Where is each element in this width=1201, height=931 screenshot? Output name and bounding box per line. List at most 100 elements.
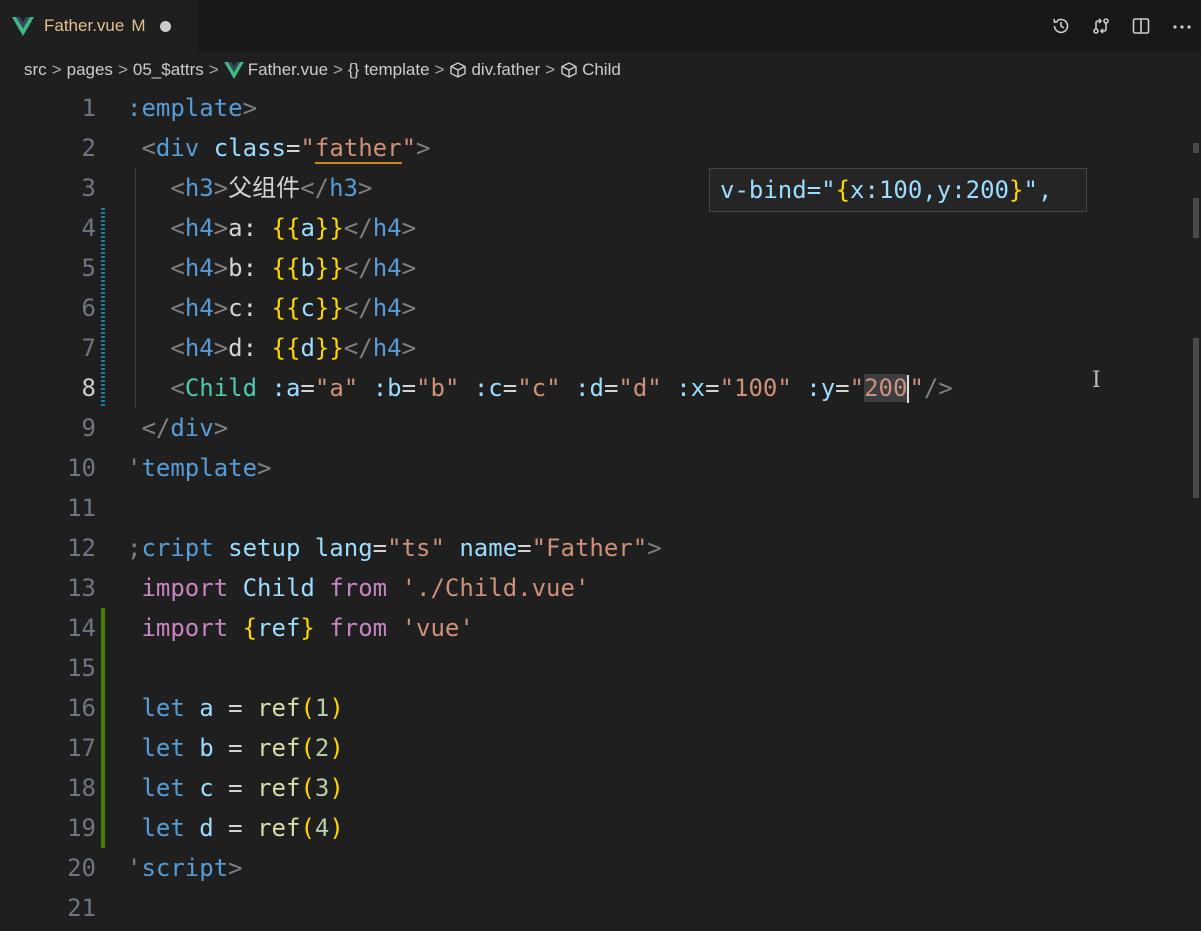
code-line[interactable]: 6 <h4>c: {{c}}</h4> (0, 288, 1190, 328)
line-number: 18 (67, 774, 96, 802)
gutter-added-marker[interactable] (101, 808, 105, 848)
chevron-right-icon: > (434, 60, 445, 79)
scrollbar-marker (1193, 338, 1199, 498)
chevron-right-icon: > (208, 60, 219, 79)
code-editor[interactable]: 1 :emplate> 2 <div class="father"> 3 <h3… (0, 88, 1201, 931)
code-content: <h4>a: {{a}}</h4> (170, 214, 417, 242)
gutter-added-marker[interactable] (101, 688, 105, 728)
code-content: import Child from './Child.vue' (141, 574, 590, 602)
gutter-added-marker[interactable] (101, 648, 105, 688)
line-number: 3 (81, 174, 96, 202)
code-content: <h4>b: {{b}}</h4> (170, 254, 417, 282)
symbol-brackets-icon: {} (347, 60, 360, 79)
code-line[interactable]: 16 let a = ref(1) (0, 688, 1190, 728)
breadcrumb-div-label: div.father (471, 60, 541, 79)
breadcrumb-src[interactable]: src (24, 60, 47, 80)
code-content: let d = ref(4) (141, 814, 344, 842)
selected-text: 200 (864, 374, 908, 402)
code-line[interactable]: 12 ;cript setup lang="ts" name="Father"> (0, 528, 1190, 568)
code-content: import {ref} from 'vue' (141, 614, 474, 642)
chevron-right-icon: > (51, 60, 62, 79)
line-number: 17 (67, 734, 96, 762)
gutter-modified-marker[interactable] (101, 248, 105, 288)
unsaved-dot-icon[interactable] (159, 20, 171, 32)
breadcrumb-template[interactable]: {} template (348, 60, 430, 80)
split-editor-icon[interactable] (1131, 16, 1151, 36)
code-content: let b = ref(2) (141, 734, 344, 762)
line-number: 13 (67, 574, 96, 602)
source-compare-icon[interactable] (1091, 16, 1111, 36)
code-line[interactable]: 7 <h4>d: {{d}}</h4> (0, 328, 1190, 368)
line-number: 2 (81, 134, 96, 162)
code-content: 'template> (127, 454, 272, 482)
code-line[interactable]: 19 let d = ref(4) (0, 808, 1190, 848)
line-number: 1 (81, 94, 96, 122)
code-content: <h4>c: {{c}}</h4> (170, 294, 417, 322)
gutter-modified-marker[interactable] (101, 368, 105, 408)
scrollbar-marker (1193, 198, 1199, 238)
code-content: let c = ref(3) (141, 774, 344, 802)
vertical-scrollbar[interactable] (1191, 88, 1201, 931)
code-line[interactable]: 15 (0, 648, 1190, 688)
code-line[interactable]: 1 :emplate> (0, 88, 1190, 128)
breadcrumb-pages[interactable]: pages (67, 60, 113, 80)
code-line[interactable]: 13 import Child from './Child.vue' (0, 568, 1190, 608)
tab-modified-status: M (131, 16, 146, 35)
line-number: 5 (81, 254, 96, 282)
code-line[interactable]: 18 let c = ref(3) (0, 768, 1190, 808)
gutter-modified-marker[interactable] (101, 328, 105, 368)
line-number: 20 (67, 854, 96, 882)
more-actions-icon[interactable] (1171, 16, 1193, 36)
vue-logo-icon (223, 61, 244, 79)
code-line[interactable]: 4 <h4>a: {{a}}</h4> (0, 208, 1190, 248)
code-content: <Child :a="a" :b="b" :c="c" :d="d" :x="1… (170, 374, 953, 403)
code-content: let a = ref(1) (141, 694, 344, 722)
code-line-active[interactable]: 8 <Child :a="a" :b="b" :c="c" :d="d" :x=… (0, 368, 1190, 408)
line-number: 6 (81, 294, 96, 322)
timeline-icon[interactable] (1051, 16, 1071, 36)
chevron-right-icon: > (545, 60, 556, 79)
code-content: <h4>d: {{d}}</h4> (170, 334, 417, 362)
line-number: 15 (67, 654, 96, 682)
gutter-added-marker[interactable] (101, 768, 105, 808)
breadcrumb-div[interactable]: div.father (449, 60, 540, 80)
line-number: 14 (67, 614, 96, 642)
code-content: 'script> (127, 854, 243, 882)
gutter-added-marker[interactable] (101, 728, 105, 768)
code-content: <h3>父组件</h3> (170, 174, 373, 202)
chevron-right-icon: > (117, 60, 128, 79)
code-line[interactable]: 20 'script> (0, 848, 1190, 888)
code-line[interactable]: 9 </div> (0, 408, 1190, 448)
line-number: 9 (81, 414, 96, 442)
ibeam-cursor-icon: I (1092, 368, 1101, 393)
breadcrumb-child-label: Child (582, 60, 621, 79)
editor-tab-bar: Father.vue M (0, 0, 1201, 52)
code-line[interactable]: 11 (0, 488, 1190, 528)
breadcrumb-file[interactable]: Father.vue (223, 60, 328, 80)
line-number: 12 (67, 534, 96, 562)
scrollbar-marker (1193, 143, 1199, 153)
gutter-modified-marker[interactable] (101, 288, 105, 328)
code-line[interactable]: 10 'template> (0, 448, 1190, 488)
code-content: <div class="father"> (141, 134, 431, 164)
chevron-right-icon: > (333, 60, 343, 79)
code-line[interactable]: 14 import {ref} from 'vue' (0, 608, 1190, 648)
editor-tab-father-vue[interactable]: Father.vue M (0, 0, 198, 52)
code-line[interactable]: 17 let b = ref(2) (0, 728, 1190, 768)
breadcrumb-folder[interactable]: 05_$attrs (133, 60, 204, 80)
line-number: 21 (67, 894, 96, 922)
line-number: 7 (81, 334, 96, 362)
cube-icon (450, 62, 467, 78)
line-number: 11 (67, 494, 96, 522)
line-number: 4 (81, 214, 96, 242)
hover-annotation: v-bind="{x:100,y:200}", (709, 168, 1087, 212)
gutter-modified-marker[interactable] (101, 208, 105, 248)
gutter-added-marker[interactable] (101, 608, 105, 648)
code-line[interactable]: 21 (0, 888, 1190, 928)
breadcrumb: src > pages > 05_$attrs > Father.vue > {… (0, 52, 1201, 88)
breadcrumb-child[interactable]: Child (560, 60, 621, 80)
code-content: :emplate> (127, 94, 258, 122)
vue-logo-icon (12, 15, 38, 37)
code-line[interactable]: 5 <h4>b: {{b}}</h4> (0, 248, 1190, 288)
code-line[interactable]: 2 <div class="father"> (0, 128, 1190, 168)
